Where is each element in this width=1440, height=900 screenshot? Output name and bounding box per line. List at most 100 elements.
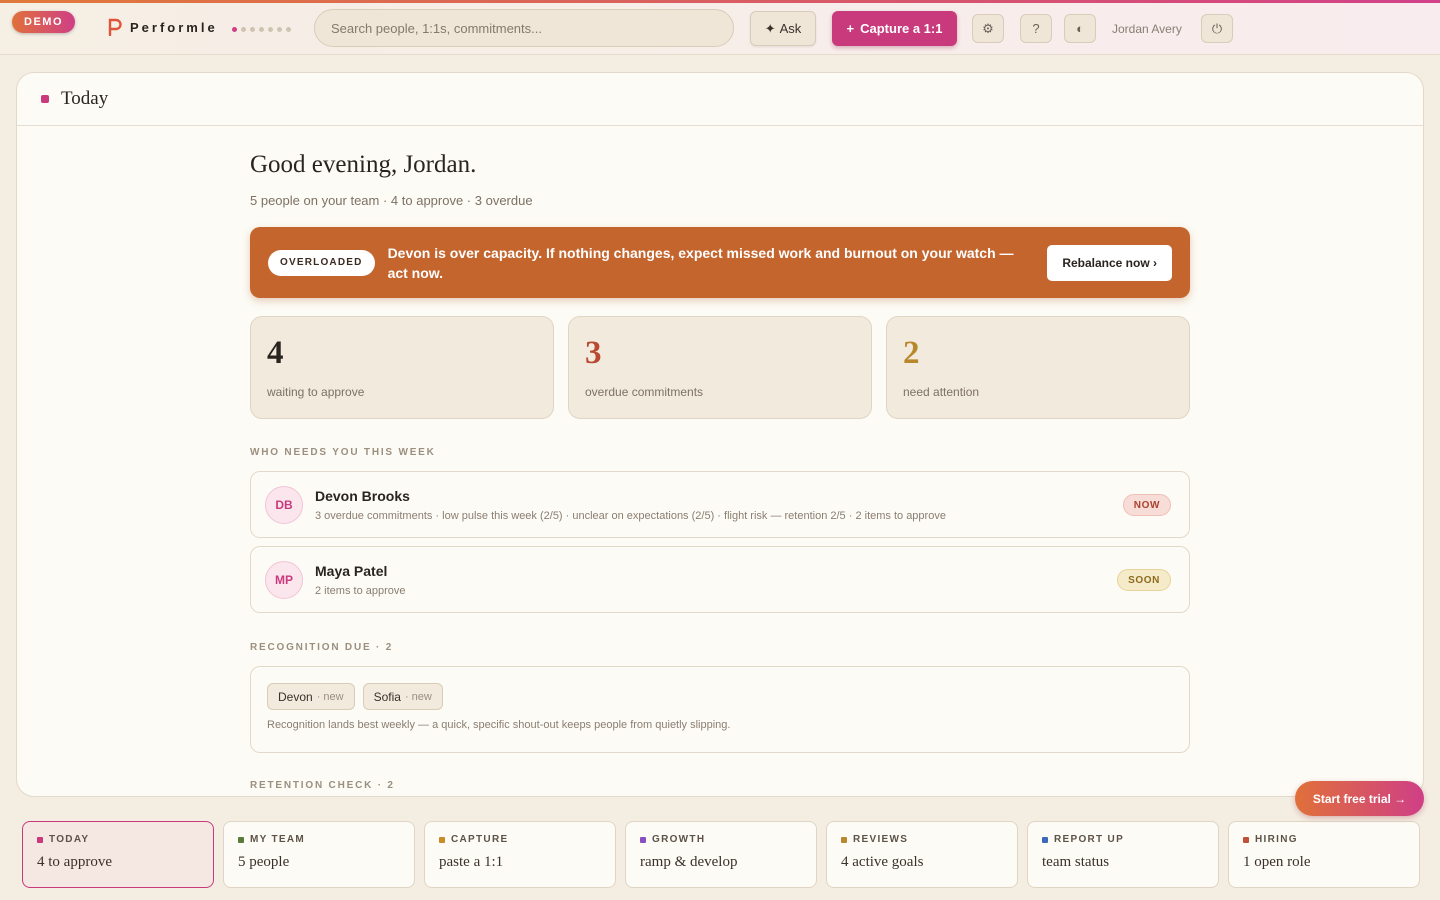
chip-name: Sofia — [373, 689, 401, 704]
person-name: Devon Brooks — [315, 487, 410, 504]
tab-marker — [37, 836, 43, 843]
tab-marker — [439, 836, 445, 843]
progress-dots — [232, 27, 291, 32]
alert-text: Devon is over capacity. If nothing chang… — [387, 244, 1014, 281]
progress-dot — [277, 27, 282, 32]
brand[interactable]: Performle — [108, 18, 218, 36]
person-detail: 2 items to approve — [315, 584, 406, 597]
tab-value: ramp & develop — [640, 854, 738, 870]
stats-row: 4 waiting to approve 3 overdue commitmen… — [250, 316, 1190, 419]
ask-button[interactable]: ✦ Ask — [750, 11, 816, 46]
progress-dot — [232, 27, 237, 32]
person-detail: 3 overdue commitments · low pulse this w… — [315, 509, 946, 522]
tab-value: 1 open role — [1243, 854, 1311, 870]
stat-label: need attention — [903, 385, 980, 399]
section-label-retention: RETENTION CHECK · 2 — [250, 780, 395, 791]
panel-header: Today — [17, 73, 1423, 126]
panel-marker — [41, 95, 49, 103]
tab-growth[interactable]: GROWTH ramp & develop — [625, 821, 817, 888]
tab-label: TODAY — [49, 834, 90, 845]
tab-marker — [238, 836, 244, 843]
progress-dot — [286, 27, 291, 32]
ask-label: Ask — [779, 21, 802, 36]
team-summary: 5 people on your team · 4 to approve · 3… — [250, 193, 533, 208]
tab-value: 4 to approve — [37, 854, 112, 870]
page-title: Today — [61, 88, 109, 109]
stat-value: 3 — [585, 335, 602, 371]
avatar: DB — [265, 485, 303, 524]
rebalance-button[interactable]: Rebalance now › — [1047, 244, 1172, 281]
person-name: Maya Patel — [315, 562, 388, 579]
logout-button[interactable]: ⏻ — [1201, 14, 1233, 43]
tab-marker — [841, 836, 847, 843]
tab-marker — [1243, 836, 1249, 843]
tab-label: REPORT UP — [1054, 834, 1125, 845]
today-panel: Today Good evening, Jordan. 5 people on … — [16, 72, 1424, 797]
sparkle-icon: ✦ — [764, 20, 776, 36]
stat-label: waiting to approve — [267, 385, 365, 399]
tab-hiring[interactable]: HIRING 1 open role — [1228, 821, 1420, 888]
chip-tag: · new — [404, 690, 432, 703]
tab-report-up[interactable]: REPORT UP team status — [1027, 821, 1219, 888]
demo-badge: DEMO — [12, 11, 75, 33]
chip-tag: · new — [316, 690, 344, 703]
overload-alert: OVERLOADED Devon is over capacity. If no… — [250, 227, 1190, 298]
stat-card-attention[interactable]: 2 need attention — [886, 316, 1190, 419]
person-info: Maya Patel 2 items to approve — [315, 563, 406, 597]
tab-value: team status — [1042, 854, 1110, 870]
tab-value: paste a 1:1 — [439, 854, 504, 870]
tab-value: 5 people — [238, 854, 290, 870]
brand-name: Performle — [130, 19, 218, 35]
theme-toggle-button[interactable]: ◐ — [1064, 14, 1096, 43]
progress-dot — [259, 27, 264, 32]
recognition-chips: Devon · new Sofia · new — [267, 683, 1173, 710]
capture-label: Capture a 1:1 — [860, 21, 943, 36]
contrast-icon: ◐ — [1076, 21, 1084, 36]
status-badge: NOW — [1122, 494, 1171, 516]
gear-icon: ⚙ — [982, 20, 994, 36]
stat-value: 4 — [267, 335, 284, 371]
help-button[interactable]: ? — [1020, 14, 1052, 43]
stat-value: 2 — [903, 335, 920, 371]
tab-today[interactable]: TODAY 4 to approve — [22, 821, 214, 888]
progress-dot — [241, 27, 246, 32]
tab-capture[interactable]: CAPTURE paste a 1:1 — [424, 821, 616, 888]
tab-label: HIRING — [1255, 834, 1298, 845]
top-bar: DEMO Performle ✦ Ask + Capture a 1:1 ⚙ ?… — [0, 3, 1440, 55]
capture-button[interactable]: + Capture a 1:1 — [832, 11, 957, 46]
person-info: Devon Brooks 3 overdue commitments · low… — [315, 488, 946, 522]
tab-value: 4 active goals — [841, 854, 924, 870]
stat-card-approve[interactable]: 4 waiting to approve — [250, 316, 554, 419]
progress-dot — [268, 27, 273, 32]
tab-label: GROWTH — [652, 834, 706, 845]
tab-label: MY TEAM — [250, 834, 306, 845]
recognition-chip[interactable]: Devon · new — [267, 683, 355, 710]
status-badge: SOON — [1117, 569, 1171, 591]
chip-name: Devon — [278, 689, 313, 704]
settings-button[interactable]: ⚙ — [972, 14, 1004, 43]
brand-logo-icon — [108, 18, 122, 36]
recognition-note: Recognition lands best weekly — a quick,… — [267, 719, 731, 731]
recognition-chip[interactable]: Sofia · new — [362, 683, 443, 710]
stat-label: overdue commitments — [585, 385, 704, 399]
person-row-devon[interactable]: DB Devon Brooks 3 overdue commitments · … — [250, 471, 1190, 538]
user-name[interactable]: Jordan Avery — [1112, 22, 1182, 36]
progress-dot — [250, 27, 255, 32]
avatar: MP — [265, 560, 303, 599]
alert-tag: OVERLOADED — [268, 249, 375, 276]
section-label-recognition: RECOGNITION DUE · 2 — [250, 642, 394, 653]
start-trial-button[interactable]: Start free trial → — [1295, 781, 1424, 816]
content-column: Good evening, Jordan. 5 people on your t… — [250, 151, 1190, 791]
tab-marker — [1042, 836, 1048, 843]
plus-icon: + — [846, 21, 855, 36]
search-input[interactable] — [314, 9, 734, 47]
power-icon: ⏻ — [1211, 20, 1223, 36]
section-label-who-needs-you: WHO NEEDS YOU THIS WEEK — [250, 447, 436, 458]
person-row-maya[interactable]: MP Maya Patel 2 items to approve SOON — [250, 546, 1190, 613]
tab-reviews[interactable]: REVIEWS 4 active goals — [826, 821, 1018, 888]
tab-my-team[interactable]: MY TEAM 5 people — [223, 821, 415, 888]
tab-marker — [640, 836, 646, 843]
tab-label: CAPTURE — [451, 834, 509, 845]
stat-card-overdue[interactable]: 3 overdue commitments — [568, 316, 872, 419]
tab-label: REVIEWS — [853, 834, 909, 845]
